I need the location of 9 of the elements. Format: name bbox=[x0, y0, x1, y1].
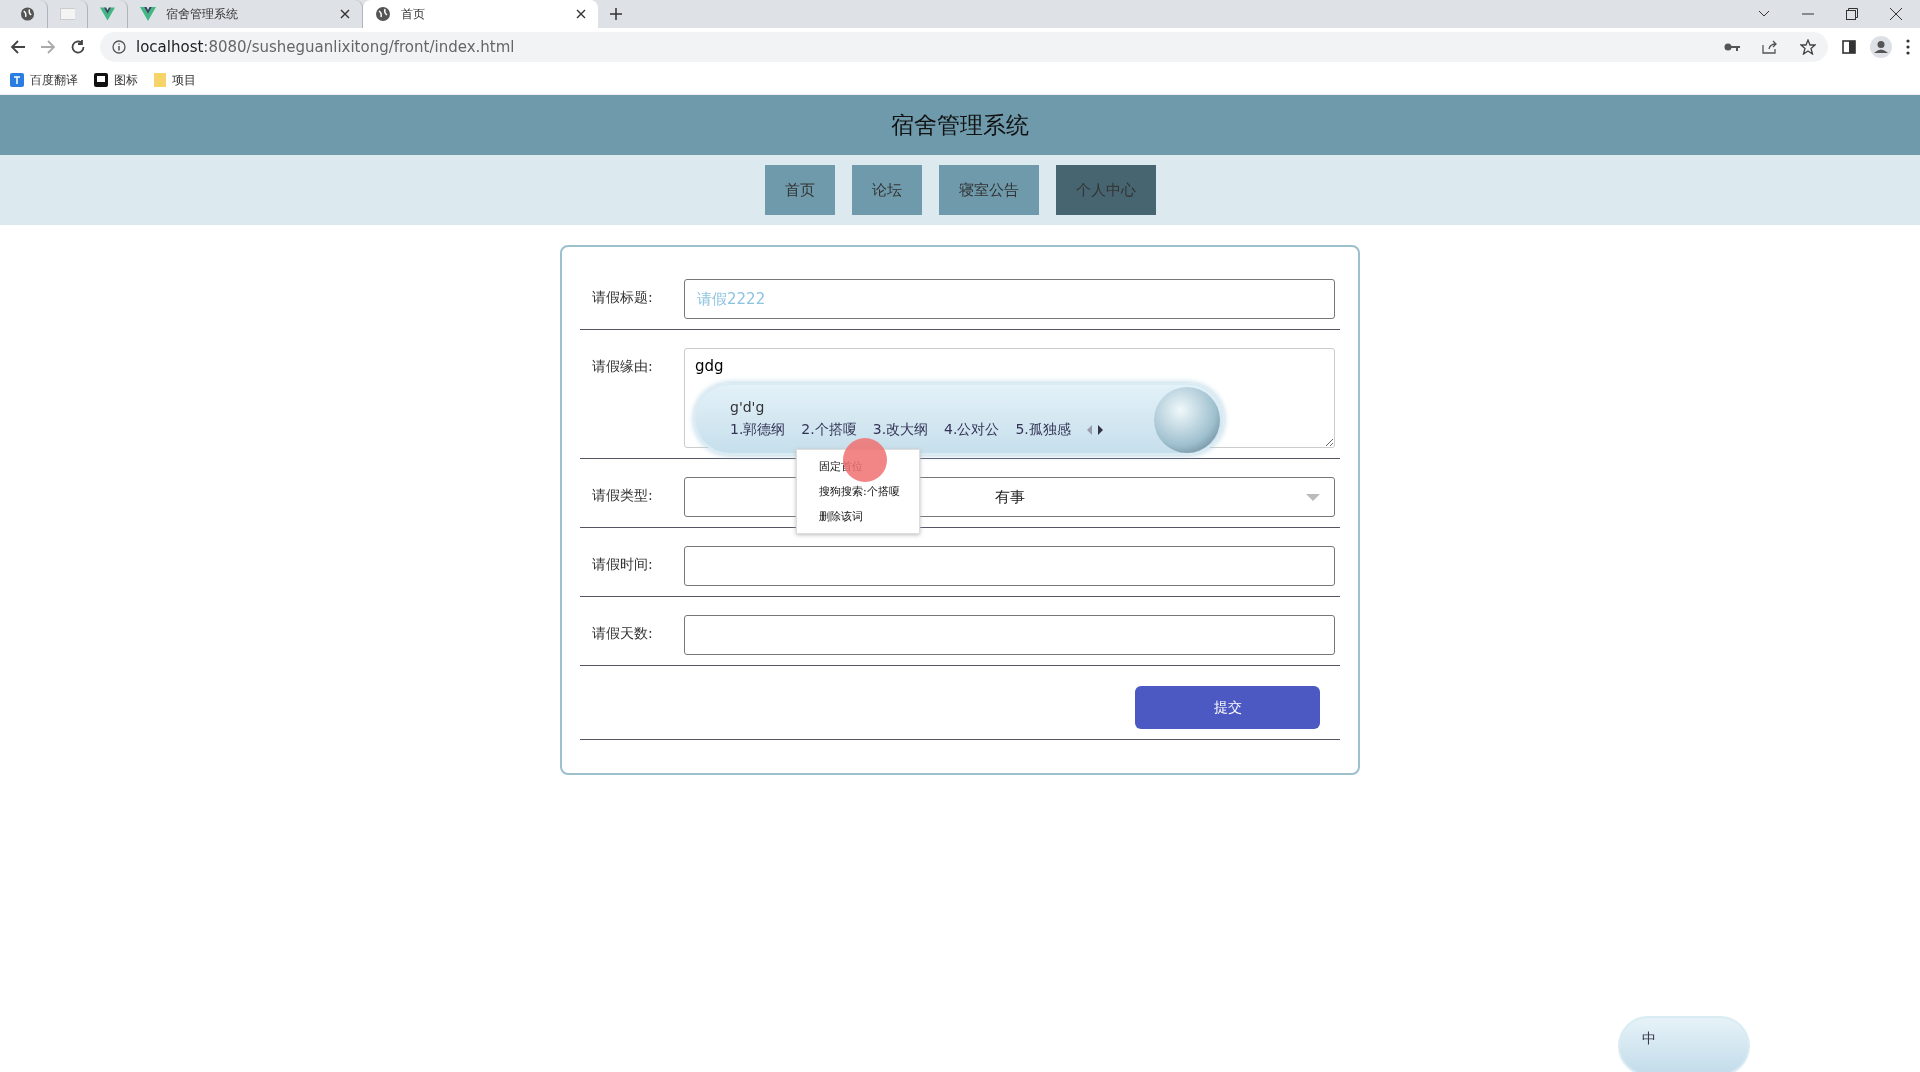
ime-composition: g'd'g bbox=[730, 399, 766, 415]
site-title: 宿舍管理系统 bbox=[891, 110, 1029, 140]
url-text: localhost:8080/susheguanlixitong/front/index.html bbox=[136, 38, 515, 56]
field-label: 请假天数: bbox=[592, 624, 654, 643]
field-label: 请假标题: bbox=[592, 288, 654, 307]
field-label: 请假时间: bbox=[592, 555, 654, 574]
ime-mode-text: 中 bbox=[1642, 1030, 1656, 1048]
field-label: 请假类型: bbox=[592, 486, 654, 505]
field-label: 请假缘由: bbox=[592, 357, 654, 376]
